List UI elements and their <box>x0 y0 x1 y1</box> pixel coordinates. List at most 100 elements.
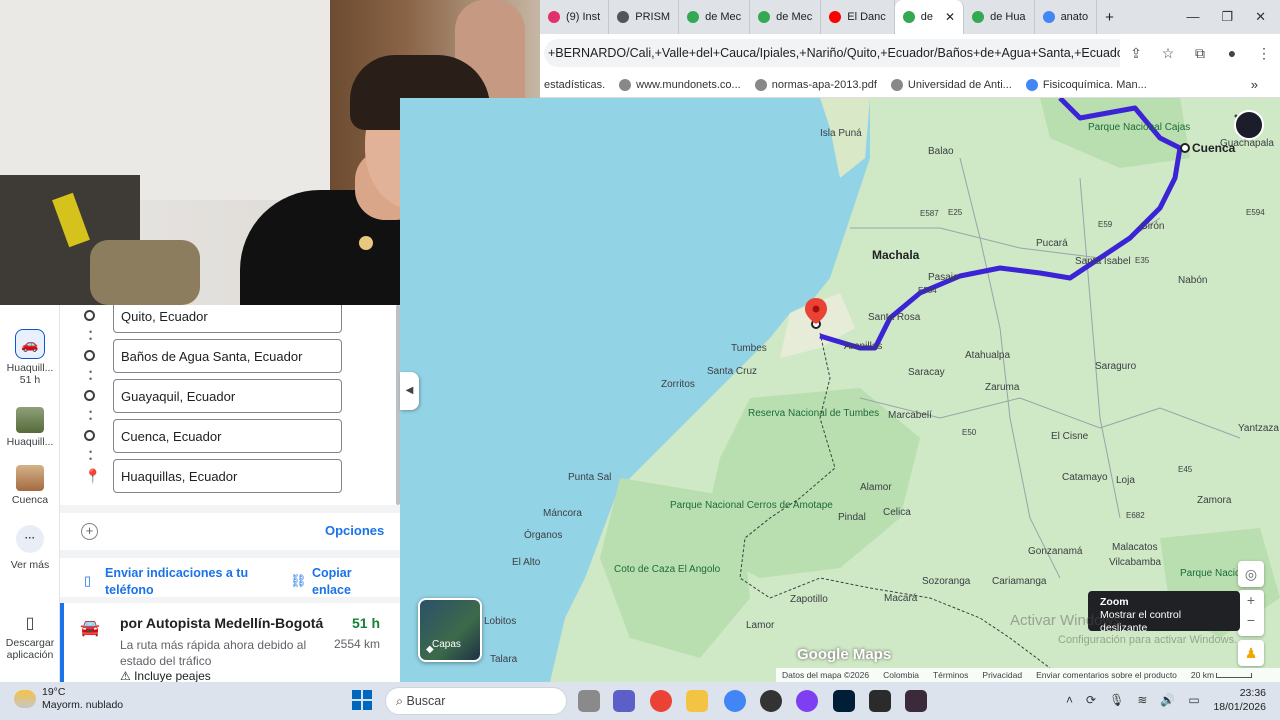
google-icon <box>1025 78 1038 91</box>
chevron-up-icon[interactable]: ˄ <box>1066 693 1073 707</box>
install-icon[interactable]: ⇪ <box>1120 45 1152 62</box>
scale-bar[interactable]: 20 km <box>1191 670 1253 680</box>
collapse-panel-button[interactable]: ◀ <box>400 372 419 410</box>
clock[interactable]: 23:36 18/01/2026 <box>1213 686 1266 714</box>
bookmark-label: Universidad de Anti... <box>907 78 1012 91</box>
bookmark-star-icon[interactable]: ☆ <box>1152 45 1184 62</box>
wifi-icon[interactable]: ≋ <box>1137 693 1147 707</box>
activation-watermark-title: Activar Windows <box>1010 612 1121 629</box>
waypoint-row: Guayaquil, Ecuador <box>60 379 400 413</box>
start-button[interactable] <box>352 690 372 710</box>
browser-tab[interactable]: (9) Inst <box>540 0 610 34</box>
footer-terms-link[interactable]: Términos <box>933 670 968 680</box>
browser-tab[interactable]: de Mec <box>679 0 751 34</box>
file-explorer-icon[interactable] <box>686 690 708 712</box>
app-icon[interactable] <box>796 690 818 712</box>
sidebar-item-recent[interactable]: Huaquill... <box>0 407 60 448</box>
menu-icon[interactable]: ⋮ <box>1248 45 1280 62</box>
bookmark-item[interactable]: Universidad de Anti... <box>890 78 1012 91</box>
maximize-button[interactable]: ❐ <box>1221 9 1233 25</box>
tab-close-icon[interactable]: ✕ <box>945 10 955 24</box>
taskbar-search[interactable]: ⌕ Buscar <box>385 687 567 715</box>
destination-pin-dot <box>812 305 820 313</box>
route-warning-text: Incluye peajes <box>134 669 211 682</box>
chrome-icon[interactable] <box>650 690 672 712</box>
phone-icon: ▯ <box>25 615 35 632</box>
webcam-pin <box>359 236 373 250</box>
sidebar-item-label: Huaquill... <box>6 362 54 374</box>
footer-feedback-link[interactable]: Enviar comentarios sobre el producto <box>1036 670 1177 680</box>
extensions-icon[interactable]: ⧉ <box>1184 45 1216 62</box>
map-place-label: Atahualpa <box>965 350 1011 361</box>
chrome-active-icon[interactable] <box>724 690 746 712</box>
browser-tab[interactable]: anato <box>1035 0 1098 34</box>
footer-country[interactable]: Colombia <box>883 670 919 680</box>
browser-tab-active[interactable]: de ✕ <box>894 0 965 34</box>
profile-avatar-icon[interactable]: ● <box>1216 45 1248 61</box>
map-place-label: Loja <box>1116 475 1135 486</box>
battery-icon[interactable]: ▭ <box>1188 693 1199 707</box>
sidebar-item-cuenca[interactable]: Cuenca <box>0 465 60 506</box>
send-to-phone-link[interactable]: Enviar indicaciones a tu teléfono <box>105 565 270 599</box>
webcam-bag <box>90 240 200 305</box>
route-description: La ruta más rápida ahora debido al estad… <box>120 638 307 668</box>
url-field[interactable]: +BERNARDO/Cali,+Valle+del+Cauca/Ipiales,… <box>544 39 1120 67</box>
waypoint-cuenca-icon[interactable] <box>1180 143 1190 153</box>
sidebar-item-label: Cuenca <box>11 494 49 506</box>
map-place-label: Lamor <box>746 620 775 631</box>
capture-icon[interactable] <box>869 690 891 712</box>
webcam-wall <box>0 0 330 200</box>
bookmark-item[interactable]: www.mundonets.co... <box>619 78 741 91</box>
account-avatar[interactable] <box>1234 110 1264 140</box>
sidebar-item-route[interactable]: 🚗 Huaquill... 51 h <box>0 329 60 386</box>
my-location-button[interactable]: ◎ <box>1238 561 1264 587</box>
directions-panel: Quito, Ecuador • • Baños de Agua Santa, E… <box>60 305 400 682</box>
browser-tab[interactable]: El Danc <box>821 0 895 34</box>
bookmarks-more-button[interactable]: » <box>1251 77 1280 92</box>
browser-tab[interactable]: de Mec <box>750 0 822 34</box>
browser-tab[interactable]: PRISM <box>609 0 680 34</box>
new-tab-button[interactable]: + <box>1097 0 1122 34</box>
footer-privacy-link[interactable]: Privacidad <box>982 670 1022 680</box>
sidebar-item-label: Ver más <box>10 559 50 571</box>
zoom-in-button[interactable]: + <box>1238 590 1264 610</box>
road-line <box>1079 177 1121 519</box>
map-place-label: Santa Rosa <box>868 312 921 323</box>
sync-icon[interactable]: ⟳ <box>1086 693 1096 707</box>
tab-favicon-icon <box>1042 11 1055 23</box>
globe-icon <box>754 78 767 91</box>
map-place-label: Cariamanga <box>992 576 1047 587</box>
copy-link-button[interactable]: Copiar enlace <box>312 565 382 599</box>
more-icon: ··· <box>16 525 44 553</box>
options-button[interactable]: Opciones <box>325 523 384 538</box>
obs-icon[interactable] <box>760 690 782 712</box>
road-shield-label: E25 <box>948 208 963 217</box>
waypoint-input[interactable]: Quito, Ecuador <box>113 305 342 333</box>
waypoint-input[interactable]: Guayaquil, Ecuador <box>113 379 342 413</box>
browser-tab[interactable]: de Hua <box>964 0 1035 34</box>
bookmark-item[interactable]: estadísticas. <box>544 79 605 91</box>
sidebar-item-download[interactable]: ▯ Descargar aplicación <box>0 613 60 661</box>
volume-icon[interactable]: 🔊 <box>1160 693 1175 707</box>
weather-widget[interactable]: 19°C Mayorm. nublado <box>14 686 123 712</box>
weather-icon <box>14 690 36 708</box>
close-window-button[interactable]: ✕ <box>1255 9 1266 25</box>
route-option[interactable]: 🚘 por Autopista Medellín-Bogotá 51 h La … <box>60 603 400 682</box>
microphone-icon[interactable]: 🎙 <box>1109 693 1124 707</box>
task-view-icon[interactable] <box>578 690 600 712</box>
add-stop-icon[interactable]: + <box>81 523 98 540</box>
waypoint-input[interactable]: Cuenca, Ecuador <box>113 419 342 453</box>
pegman-icon[interactable]: ♟ <box>1238 640 1264 666</box>
minimize-button[interactable]: — <box>1186 9 1199 25</box>
app-active-icon[interactable] <box>905 690 927 712</box>
teams-icon[interactable] <box>613 690 635 712</box>
sidebar-item-more[interactable]: ··· Ver más <box>0 525 60 571</box>
photoshop-icon[interactable] <box>833 690 855 712</box>
bookmark-item[interactable]: normas-apa-2013.pdf <box>754 78 877 91</box>
waypoint-input[interactable]: Huaquillas, Ecuador <box>113 459 342 493</box>
layers-button[interactable]: ◆ Capas <box>418 598 482 662</box>
zoom-out-button[interactable]: − <box>1238 610 1264 630</box>
waypoint-input[interactable]: Baños de Agua Santa, Ecuador <box>113 339 342 373</box>
tab-favicon-icon <box>758 11 771 23</box>
bookmark-item[interactable]: Fisicoquímica. Man... <box>1025 78 1147 91</box>
